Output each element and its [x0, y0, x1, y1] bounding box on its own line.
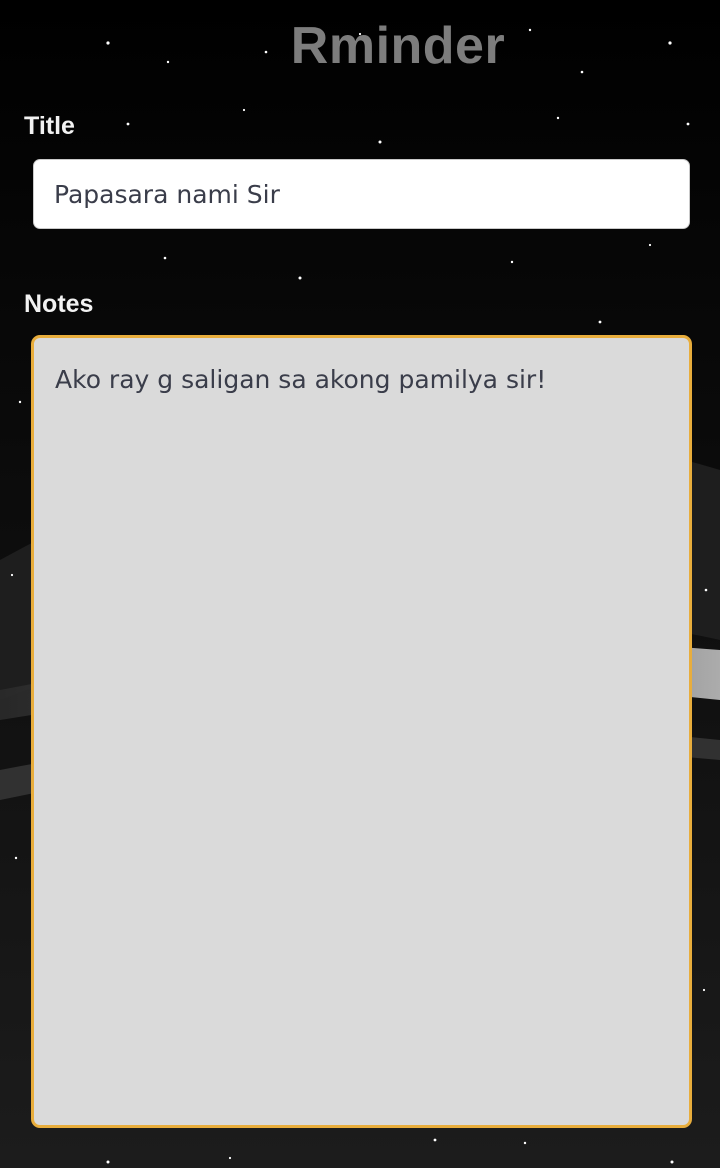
app-title: Rminder: [290, 17, 506, 75]
notes-label: Notes: [24, 290, 94, 318]
notes-textarea[interactable]: Ako ray g saligan sa akong pamilya sir!: [31, 335, 692, 1128]
reminder-screen: Rminder Title Notes Ako ray g saligan sa…: [0, 0, 720, 1168]
title-input[interactable]: [33, 159, 690, 229]
title-label: Title: [24, 112, 75, 140]
